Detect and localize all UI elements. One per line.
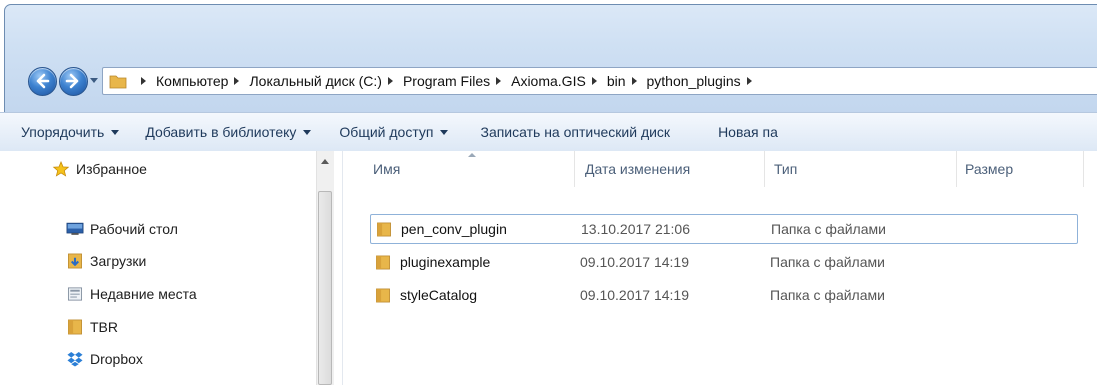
forward-button[interactable] — [59, 67, 88, 96]
star-icon — [52, 161, 70, 177]
breadcrumb-computer[interactable]: Компьютер — [156, 73, 228, 89]
file-name: styleCatalog — [400, 287, 478, 303]
back-button[interactable] — [28, 67, 57, 96]
breadcrumb-separator-icon[interactable] — [141, 77, 146, 85]
breadcrumb-separator-icon[interactable] — [234, 77, 240, 85]
sidebar-item-label: Dropbox — [90, 351, 143, 367]
sidebar-item-favorites[interactable]: Избранное — [52, 161, 147, 177]
sidebar-item-desktop[interactable]: Рабочий стол — [66, 221, 178, 237]
file-row[interactable]: pluginexample 09.10.2017 14:19 Папка с ф… — [370, 247, 1078, 277]
new-folder-button[interactable]: Новая па — [718, 124, 778, 140]
file-type: Папка с файлами — [771, 221, 886, 237]
column-header-date[interactable]: Дата изменения — [585, 151, 690, 187]
column-divider[interactable] — [956, 151, 957, 187]
sort-ascending-icon — [468, 153, 476, 157]
new-folder-label: Новая па — [718, 124, 778, 140]
forward-arrow-icon — [65, 73, 79, 89]
address-bar[interactable]: Компьютер Локальный диск (C:) Program Fi… — [102, 67, 1097, 95]
column-divider[interactable] — [574, 151, 575, 187]
folder-icon — [109, 75, 127, 89]
folder-icon — [68, 319, 82, 335]
breadcrumb-axioma-gis[interactable]: Axioma.GIS — [511, 73, 586, 89]
organize-label: Упорядочить — [21, 124, 105, 140]
file-list: Имя Дата изменения Тип Размер pen_conv_p… — [343, 151, 1097, 385]
content-area: Избранное Рабочий стол Загрузки Недавние… — [0, 151, 1097, 385]
recent-places-icon — [67, 287, 83, 301]
desktop-icon — [66, 222, 84, 235]
scroll-up-icon[interactable] — [321, 159, 329, 164]
folder-icon — [377, 222, 391, 236]
column-header-type[interactable]: Тип — [774, 151, 797, 187]
chevron-down-icon — [440, 129, 449, 135]
column-divider[interactable] — [1083, 151, 1084, 187]
share-label: Общий доступ — [339, 124, 434, 140]
sidebar-item-label: TBR — [90, 319, 118, 335]
column-header-label: Дата изменения — [585, 161, 691, 177]
burn-to-disc-button[interactable]: Записать на оптический диск — [480, 124, 670, 140]
add-to-library-label: Добавить в библиотеку — [145, 124, 297, 140]
breadcrumb-local-disk[interactable]: Локальный диск (C:) — [249, 73, 382, 89]
explorer-window: Компьютер Локальный диск (C:) Program Fi… — [0, 0, 1097, 385]
file-row[interactable]: pen_conv_plugin 13.10.2017 21:06 Папка с… — [370, 214, 1078, 244]
file-row[interactable]: styleCatalog 09.10.2017 14:19 Папка с фа… — [370, 280, 1078, 310]
sidebar-item-label: Недавние места — [90, 286, 197, 302]
file-name: pen_conv_plugin — [401, 221, 507, 237]
breadcrumb-separator-icon[interactable] — [631, 77, 637, 85]
back-arrow-icon — [36, 73, 50, 89]
navigation-pane-scrollbar[interactable] — [316, 151, 334, 385]
file-date: 13.10.2017 21:06 — [581, 221, 690, 237]
column-header-size[interactable]: Размер — [965, 151, 1013, 187]
organize-button[interactable]: Упорядочить — [21, 124, 120, 140]
navigation-pane: Избранное Рабочий стол Загрузки Недавние… — [0, 151, 316, 385]
recent-pages-dropdown[interactable] — [90, 78, 98, 83]
file-date: 09.10.2017 14:19 — [580, 254, 689, 270]
sidebar-item-tbr[interactable]: TBR — [66, 319, 118, 335]
sidebar-item-label: Загрузки — [90, 253, 147, 269]
dropbox-icon — [67, 351, 83, 367]
add-to-library-button[interactable]: Добавить в библиотеку — [145, 124, 312, 140]
folder-icon — [376, 288, 390, 302]
sidebar-item-dropbox[interactable]: Dropbox — [66, 351, 143, 367]
sidebar-item-downloads[interactable]: Загрузки — [66, 253, 146, 269]
column-divider[interactable] — [764, 151, 765, 187]
file-name: pluginexample — [400, 254, 491, 270]
breadcrumb-separator-icon[interactable] — [591, 77, 597, 85]
breadcrumb-separator-icon[interactable] — [387, 77, 393, 85]
breadcrumb-program-files[interactable]: Program Files — [403, 73, 490, 89]
breadcrumb-separator-icon[interactable] — [496, 77, 502, 85]
sidebar-item-label: Рабочий стол — [90, 221, 178, 237]
breadcrumb-python-plugins[interactable]: python_plugins — [647, 73, 741, 89]
scrollbar-thumb[interactable] — [318, 191, 332, 385]
column-header-label: Размер — [965, 161, 1014, 177]
burn-label: Записать на оптический диск — [480, 124, 671, 140]
navigation-bar: Компьютер Локальный диск (C:) Program Fi… — [5, 63, 1097, 105]
sidebar-item-recent-places[interactable]: Недавние места — [66, 286, 197, 302]
share-button[interactable]: Общий доступ — [339, 124, 449, 140]
command-bar: Упорядочить Добавить в библиотеку Общий … — [0, 112, 1097, 152]
file-type: Папка с файлами — [770, 254, 885, 270]
chevron-down-icon — [111, 129, 120, 135]
title-bar — [5, 5, 1097, 63]
chevron-down-icon — [303, 129, 312, 135]
breadcrumb-separator-icon[interactable] — [746, 77, 752, 85]
column-header-label: Тип — [774, 161, 798, 177]
column-header-name[interactable]: Имя — [373, 151, 400, 187]
downloads-icon — [68, 253, 82, 269]
file-type: Папка с файлами — [770, 287, 885, 303]
column-header-label: Имя — [373, 161, 401, 177]
file-date: 09.10.2017 14:19 — [580, 287, 689, 303]
breadcrumb-bin[interactable]: bin — [607, 73, 626, 89]
folder-icon — [376, 255, 390, 269]
sidebar-item-label: Избранное — [76, 161, 147, 177]
